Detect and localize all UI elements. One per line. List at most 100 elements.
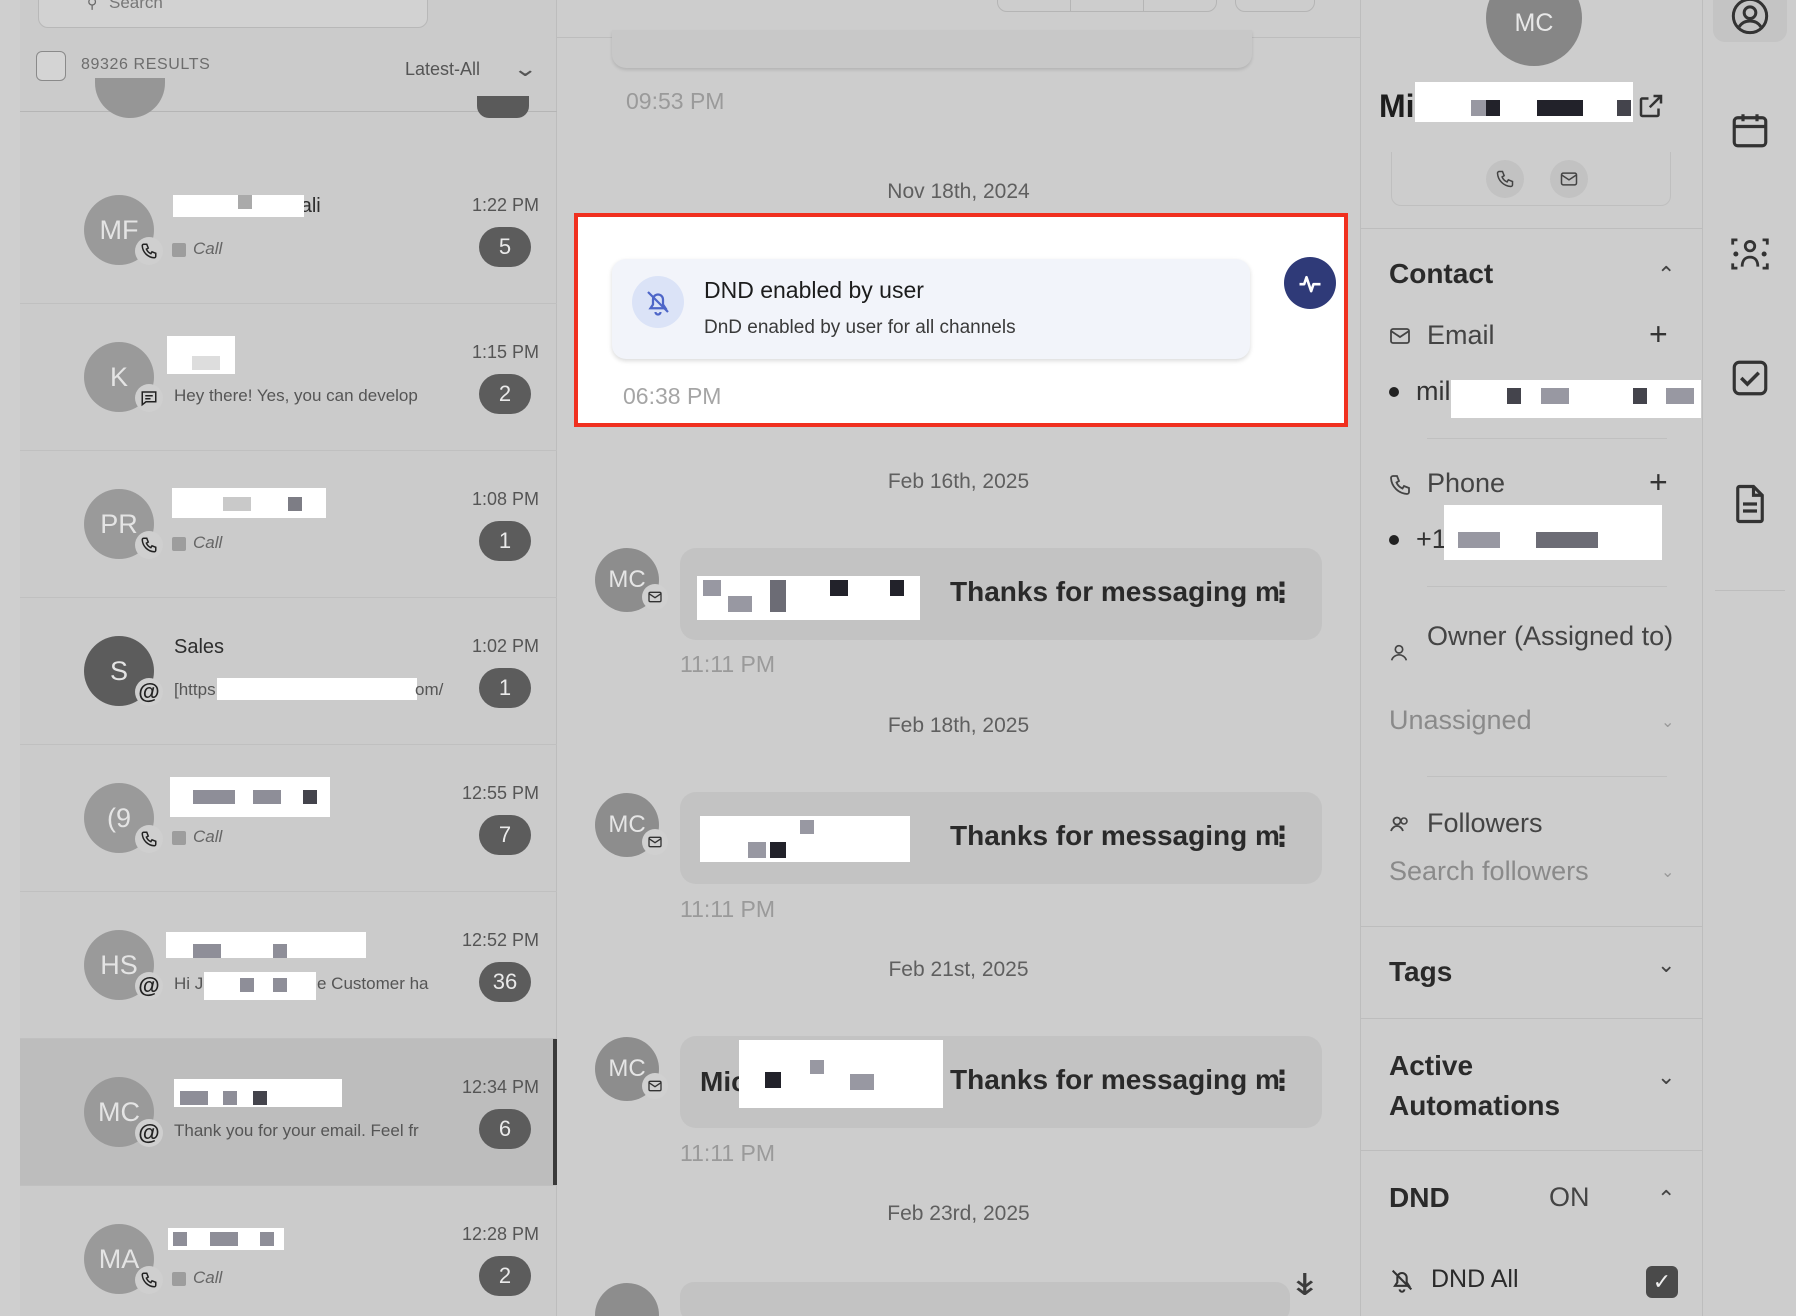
add-email-icon[interactable]: +	[1649, 316, 1668, 353]
divider	[1361, 1150, 1703, 1151]
message-bubble[interactable]: Thanks for messaging m ⋮	[680, 548, 1322, 640]
phone-icon	[135, 237, 163, 265]
mail-icon	[1388, 324, 1412, 353]
add-phone-icon[interactable]: +	[1649, 464, 1668, 501]
more-options-icon[interactable]: ⋮	[1268, 820, 1296, 853]
conversation-item[interactable]: K Hey there! Yes, you can develop 1:15 P…	[20, 304, 557, 451]
conversation-preview-tail: e Customer ha	[317, 974, 429, 993]
calendar-icon[interactable]	[1728, 108, 1772, 152]
redacted-block	[273, 944, 287, 958]
dnd-event-card: DND enabled by user DnD enabled by user …	[612, 259, 1250, 359]
redacted-block	[890, 580, 904, 596]
conversation-preview: Call	[193, 1268, 223, 1287]
chevron-down-icon[interactable]: ⌄	[1661, 712, 1674, 732]
message-text: Thanks for messaging m	[950, 1064, 1280, 1095]
sort-dropdown[interactable]: Latest-All	[405, 59, 480, 80]
unread-badge: 5	[479, 227, 531, 267]
redacted-block	[1633, 388, 1647, 404]
header-action-button[interactable]	[1235, 0, 1315, 12]
conversation-item[interactable]: S @ Sales [https om/ 1:02 PM 1	[20, 598, 557, 745]
chevron-down-icon[interactable]: ⌄	[1657, 952, 1675, 978]
chevron-down-icon[interactable]: ⌄	[1661, 862, 1674, 882]
users-icon	[1388, 812, 1412, 841]
message-bubble[interactable]: Thanks for messaging m ⋮	[680, 792, 1322, 884]
section-heading-automations[interactable]: Active Automations	[1389, 1046, 1589, 1126]
at-icon: @	[135, 678, 163, 706]
followers-search-input[interactable]: Search followers	[1389, 856, 1589, 887]
document-icon[interactable]	[1728, 482, 1772, 526]
conversation-item[interactable]: (9 Call 12:55 PM 7	[20, 745, 557, 892]
redacted-block	[223, 497, 251, 511]
unread-badge	[477, 96, 529, 118]
contact-details-panel: MC Mi Contact ⌃ Email + mil Phone + +1 O…	[1360, 0, 1703, 1316]
conversation-item[interactable]: MC @ Thank you for your email. Feel fr 1…	[20, 1039, 557, 1186]
mail-icon	[642, 829, 668, 855]
conversation-preview: Thank you for your email. Feel fr	[174, 1121, 419, 1140]
message-time: 11:11 PM	[680, 1140, 776, 1166]
redacted-block	[770, 580, 786, 612]
phone-value[interactable]: +1	[1416, 524, 1447, 555]
conversation-item[interactable]: MF M.…zon Pegnali Call 1:22 PM 5	[20, 157, 557, 304]
more-options-icon[interactable]: ⋮	[1268, 1064, 1296, 1097]
redacted-block	[1666, 388, 1694, 404]
redacted-block	[223, 1091, 237, 1105]
at-icon: @	[135, 972, 163, 1000]
search-input[interactable]: ⚲ Search	[38, 0, 428, 28]
redacted-block	[765, 1072, 781, 1088]
opportunities-icon[interactable]	[1728, 232, 1772, 276]
side-icon-rail	[1702, 0, 1796, 1316]
unread-badge: 7	[479, 815, 531, 855]
conversation-time: 12:34 PM	[461, 1077, 539, 1097]
scroll-to-bottom-icon[interactable]: ↡	[1288, 1268, 1321, 1303]
bell-off-icon	[632, 276, 684, 328]
email-value[interactable]: mil	[1416, 376, 1451, 407]
chevron-up-icon[interactable]: ⌃	[1657, 1186, 1675, 1212]
redacted-block	[273, 978, 287, 992]
conversation-item[interactable]: PR Call 1:08 PM 1	[20, 451, 557, 598]
owner-label: Owner (Assigned to)	[1427, 621, 1674, 651]
more-options-icon[interactable]: ⋮	[1268, 576, 1296, 609]
chevron-up-icon[interactable]: ⌃	[1657, 262, 1675, 288]
date-separator: Feb 16th, 2025	[887, 470, 1030, 493]
external-link-icon[interactable]	[1636, 91, 1666, 126]
message-bubble[interactable]: Mic Thanks for messaging m ⋮	[680, 1036, 1322, 1128]
results-count: 89326 RESULTS	[81, 56, 211, 73]
conversation-item[interactable]: MA Call 12:28 PM 2	[20, 1186, 557, 1316]
header-button-group[interactable]	[997, 0, 1217, 12]
select-all-checkbox[interactable]	[36, 51, 66, 81]
conversation-time: 1:02 PM	[471, 636, 539, 656]
section-heading-contact[interactable]: Contact	[1389, 258, 1493, 290]
user-circle-icon[interactable]	[1728, 0, 1772, 38]
redacted-block	[1415, 82, 1633, 122]
followers-label: Followers	[1427, 808, 1543, 838]
section-heading-dnd[interactable]: DND	[1389, 1182, 1450, 1214]
conversation-preview: Call	[193, 533, 223, 552]
owner-select[interactable]: Unassigned	[1389, 705, 1532, 736]
redacted-block	[288, 497, 302, 511]
unread-badge: 36	[479, 962, 531, 1002]
mail-icon	[642, 584, 668, 610]
message-time: 11:11 PM	[680, 896, 776, 922]
dnd-all-label: DND All	[1431, 1265, 1519, 1293]
task-check-icon[interactable]	[1728, 356, 1772, 400]
redacted-block	[1536, 532, 1598, 548]
redacted-block	[850, 1074, 874, 1090]
conversation-item[interactable]: HS @ Hi J e Customer ha 12:52 PM 36	[20, 892, 557, 1039]
redacted-block	[173, 1232, 187, 1246]
chevron-down-icon[interactable]: ⌄	[1657, 1064, 1675, 1090]
redacted-block	[1537, 100, 1583, 116]
at-icon: @	[135, 1119, 163, 1147]
call-icon	[172, 1272, 186, 1286]
divider	[1427, 776, 1667, 777]
chat-thread-panel: 09:53 PM Nov 18th, 2024 DND enabled by u…	[557, 0, 1360, 1316]
mail-icon[interactable]	[1550, 160, 1588, 198]
redacted-block	[1451, 380, 1701, 418]
dnd-all-checkbox[interactable]: ✓	[1646, 1266, 1678, 1298]
section-heading-tags[interactable]: Tags	[1389, 956, 1452, 988]
conversation-time: 12:28 PM	[461, 1224, 539, 1244]
conversation-time: 1:08 PM	[471, 489, 539, 509]
chevron-down-icon[interactable]: ⌄	[512, 56, 538, 82]
message-bubble[interactable]	[680, 1282, 1290, 1316]
phone-icon[interactable]	[1486, 160, 1524, 198]
quick-actions	[1391, 152, 1671, 206]
